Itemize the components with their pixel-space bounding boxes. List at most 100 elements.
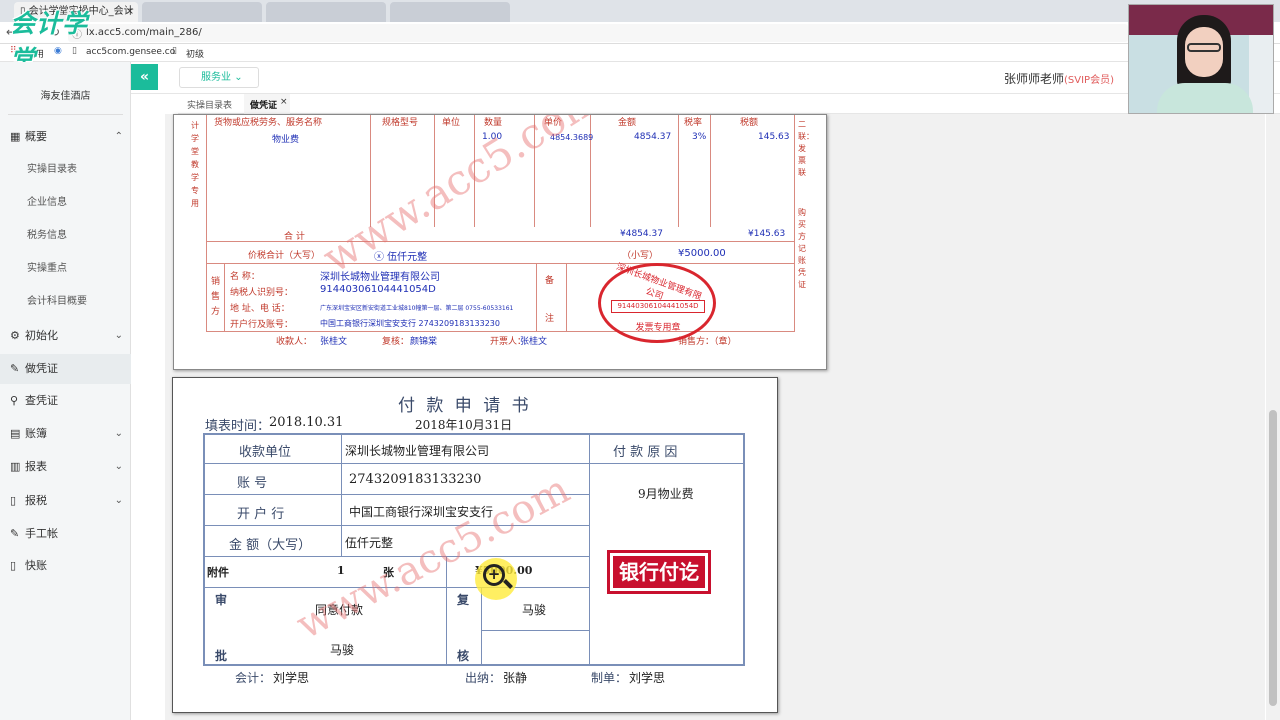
url-field[interactable]: ⓘ lx.acc5.com/main_286/ (68, 24, 1128, 42)
page-icon: ▯ (172, 46, 177, 56)
grid-line (590, 115, 591, 227)
approve-label: 批 (215, 649, 228, 663)
approver: 马骏 (330, 643, 355, 657)
payment-request-attachment: 付 款 申 请 书 填表时间： 2018.10.31 2018年10月31日 收… (172, 377, 778, 713)
invoice-sum-label: 价税合计（大写） (248, 251, 321, 261)
invoice-seller-label: 销售方 (211, 277, 221, 317)
invoice-row-amount: 4854.37 (634, 132, 672, 142)
vat-invoice-attachment: 计学堂教学专用 二联：发票联 购买方记账凭证 货物或应税劳务、服务名称 规格型号… (173, 114, 827, 370)
invoice-seller-addr-label: 地 址、电 话： (230, 304, 290, 314)
sidebar-item-reports[interactable]: ▥ 报表 ⌄ (0, 452, 131, 482)
sidebar-item-key-points[interactable]: 实操重点 (0, 254, 131, 284)
page-tabs: 实操目录表 做凭证 × (178, 94, 1280, 114)
review-label: 核 (457, 649, 470, 663)
browser-tab[interactable] (266, 2, 386, 22)
grid-line (794, 115, 795, 331)
grid-line (206, 331, 795, 332)
bookmark-gensee[interactable]: acc5com.gensee.co (86, 47, 175, 57)
payment-title: 付 款 申 请 书 (398, 396, 532, 416)
account-label: 账 号 (237, 476, 268, 491)
grid-line (203, 463, 745, 464)
sidebar-item-quick-books[interactable]: ▯ 快账 (0, 551, 131, 581)
chevron-down-icon: ⌄ (114, 461, 123, 472)
invoice-side-label-right-top: 二联：发票联 (798, 120, 814, 177)
amount-words-label: 金 额（大写） (229, 538, 312, 553)
invoice-reviewer-label: 复核： (382, 337, 410, 347)
invoice-total-label: 合 计 (284, 232, 305, 242)
invoice-seller-bank: 中国工商银行深圳宝安支行 2743209183133230 (320, 319, 500, 328)
sidebar-item-tax-info[interactable]: 税务信息 (0, 221, 131, 251)
user-info[interactable]: 张师师老师(SVIP会员) (1004, 70, 1114, 87)
brand-logo: 会计学堂 (10, 9, 89, 74)
browser-tab[interactable] (390, 2, 510, 22)
sidebar-item-query-voucher[interactable]: ⚲ 查凭证 (0, 386, 131, 416)
invoice-col-unit: 单位 (442, 118, 461, 128)
company-name: 海友佳酒店 (40, 91, 91, 102)
invoice-total-tax: ¥145.63 (748, 229, 786, 239)
close-icon[interactable]: × (280, 97, 288, 107)
industry-select[interactable]: 服务业 ⌄ (179, 67, 259, 88)
sidebar-item-ledger[interactable]: ▤ 账簿 ⌄ (0, 419, 131, 449)
chevron-down-icon: ⌄ (114, 495, 123, 506)
webcam-backdrop (1249, 35, 1273, 113)
fill-time: 2018.10.31 (269, 415, 344, 430)
book-icon: ▤ (10, 427, 21, 440)
sidebar-item-accounts-summary[interactable]: 会计科目概要 (0, 287, 131, 317)
invoice-col-item: 货物或应税劳务、服务名称 (214, 118, 323, 128)
payee-unit-label: 收款单位 (239, 445, 292, 460)
webcam-overlay (1128, 4, 1274, 114)
invoice-row-rate: 3% (692, 132, 707, 142)
sidebar-item-make-voucher[interactable]: ✎ 做凭证 (0, 354, 131, 384)
grid-line (710, 115, 711, 227)
top-nav: « 服务业 ⌄ 张师师老师(SVIP会员) (131, 62, 1280, 94)
search-icon: ⚲ (10, 394, 19, 407)
sidebar-item-manual-books[interactable]: ✎ 手工帐 (0, 519, 131, 549)
invoice-seller-tax-label: 纳税人识别号： (230, 288, 294, 298)
close-icon[interactable]: × (126, 2, 134, 22)
invoice-col-tax: 税额 (740, 118, 759, 128)
page-icon: ▯ (72, 46, 77, 56)
maker-label: 制单： (591, 671, 628, 685)
accountant-label: 会计： (235, 671, 272, 685)
scrollbar-thumb[interactable] (1269, 410, 1277, 706)
invoice-drawer: 张桂文 (520, 337, 548, 347)
chevron-down-icon: ⌄ (114, 428, 123, 439)
address-bar-row: ← ↻ ⓘ lx.acc5.com/main_286/ (0, 22, 1280, 44)
sidebar-item-catalog[interactable]: 实操目录表 (0, 155, 131, 185)
tab-catalog[interactable]: 实操目录表 (187, 98, 232, 111)
collapse-sidebar-button[interactable]: « (131, 64, 158, 90)
invoice-payee-label: 收款人： (276, 337, 313, 347)
chevron-down-icon: ⌄ (234, 72, 243, 83)
invoice-col-amount: 金额 (618, 118, 637, 128)
sidebar-item-tax-filing[interactable]: ▯ 报税 ⌄ (0, 486, 131, 516)
bookmark-chuji[interactable]: 初级 (186, 47, 204, 60)
bank-label: 开 户 行 (237, 507, 285, 522)
glasses-icon (1187, 43, 1221, 52)
maker: 刘学思 (629, 671, 666, 685)
sidebar-item-company-info[interactable]: 企业信息 (0, 188, 131, 218)
tab-make-voucher[interactable]: 做凭证 × (244, 94, 290, 114)
invoice-row-tax: 145.63 (758, 132, 790, 142)
fill-time-label: 填表时间： (205, 419, 271, 434)
grid-line (481, 587, 482, 666)
browser-tabstrip: ▯ 会计学堂实操中心_会计 × (0, 0, 1280, 22)
sidebar-item-init[interactable]: ⚙ 初始化 ⌄ (0, 321, 131, 351)
zoom-in-icon[interactable]: + (483, 564, 505, 586)
grid-line (206, 263, 795, 264)
accountant: 刘学思 (273, 671, 310, 685)
invoice-reviewer: 颜锦棠 (410, 337, 438, 347)
file-icon: ▯ (10, 494, 17, 507)
gear-icon: ⚙ (10, 329, 20, 342)
browser-tab[interactable] (142, 2, 262, 22)
invoice-col-spec: 规格型号 (382, 118, 419, 128)
amount-words: 伍仟元整 (345, 536, 394, 550)
webcam-person-body (1157, 83, 1253, 113)
file-icon: ▯ (10, 559, 17, 572)
cashier-label: 出纳： (465, 671, 502, 685)
invoice-seal: 深圳长城物业管理有限公司 91440306104441054D 发票专用章 (598, 262, 716, 343)
sidebar-item-overview[interactable]: ▦ 概要 ⌃ (0, 122, 131, 152)
reviewer: 马骏 (522, 603, 547, 617)
sidebar: 海友佳酒店 ▦ 概要 ⌃ 实操目录表 企业信息 税务信息 实操重点 会计科目概要 ⚙… (0, 62, 131, 720)
invoice-seller-bank-label: 开户行及账号： (230, 320, 294, 330)
invoice-sum-small: ¥5000.00 (678, 248, 726, 259)
